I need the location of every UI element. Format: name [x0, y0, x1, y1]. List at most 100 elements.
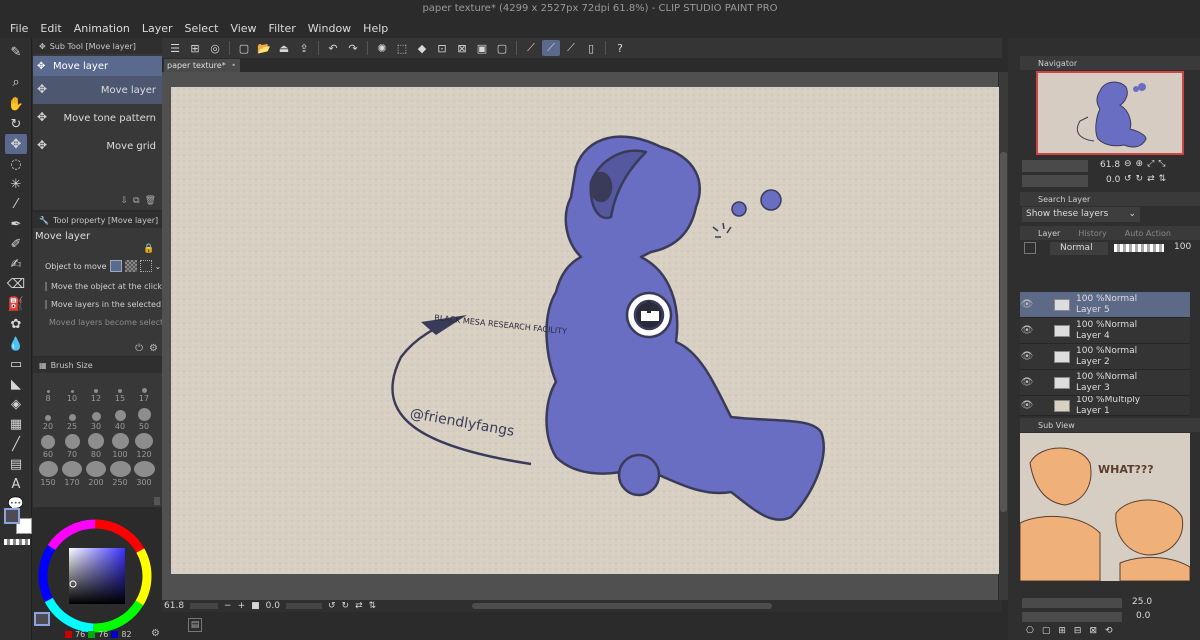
device-icon[interactable]: ▯	[582, 40, 600, 56]
menu-help[interactable]: Help	[357, 22, 394, 35]
brush-size-item[interactable]: 80	[85, 433, 107, 459]
navigator-zoom-buttons[interactable]: ⊖⊕⤢⤡	[1124, 159, 1169, 169]
menu-icon[interactable]: ☰	[166, 40, 184, 56]
airbrush-tool-icon[interactable]: ⛽	[5, 294, 27, 314]
clip-studio-icon[interactable]: ◎	[206, 40, 224, 56]
crop-icon[interactable]: ⊡	[433, 40, 451, 56]
sub-tool-item-move-layer[interactable]: ✥ Move layer	[33, 76, 162, 104]
object-grid-button[interactable]	[139, 260, 152, 272]
angle-slider[interactable]	[285, 603, 322, 609]
eyedropper-tool-icon[interactable]: ⁄	[5, 194, 27, 214]
layer-row[interactable]: 👁 100 %Normal Layer 2	[1020, 344, 1190, 370]
zoom-slider[interactable]	[190, 603, 219, 609]
layer-row[interactable]: 👁 100 %Multiply Layer 1	[1020, 396, 1190, 416]
lasso-tool-icon[interactable]: ◌	[5, 154, 27, 174]
brush-scrollbar[interactable]	[154, 497, 160, 505]
brush-size-item[interactable]: 100	[109, 433, 131, 459]
magic-wand-tool-icon[interactable]: ✳	[5, 174, 27, 194]
fill-icon[interactable]: ◆	[413, 40, 431, 56]
lock-icon[interactable]: 🔒	[143, 244, 154, 254]
brush-size-item[interactable]: 50	[133, 405, 155, 431]
pencil-tool-icon[interactable]: ✐	[5, 234, 27, 254]
zoom-out-icon[interactable]: −	[224, 601, 232, 611]
brush-size-item[interactable]: 300	[133, 461, 155, 487]
hand-tool-icon[interactable]: ✋	[5, 94, 27, 114]
delete-subtool-icon[interactable]: 🗑	[145, 196, 156, 206]
export-icon[interactable]: ⇪	[295, 40, 313, 56]
tab-close-icon[interactable]: •	[231, 59, 236, 72]
ruler-tool-icon[interactable]: ◣	[5, 374, 27, 394]
fill-tool-icon[interactable]: ◈	[5, 394, 27, 414]
gradient-tool-icon[interactable]: ▦	[5, 414, 27, 434]
zoom-tool-icon[interactable]: ⌕	[5, 72, 27, 92]
brush-size-item[interactable]: 40	[109, 405, 131, 431]
zoom-value[interactable]: 61.8	[164, 601, 184, 611]
brush-size-item[interactable]: 200	[85, 461, 107, 487]
brush-tool-icon[interactable]: ✍	[5, 254, 27, 274]
loading-icon[interactable]: ✺	[373, 40, 391, 56]
eye-icon[interactable]: 👁	[1020, 400, 1034, 411]
redo-icon[interactable]: ↷	[344, 40, 362, 56]
brush-size-item[interactable]: 15	[109, 377, 131, 403]
horizontal-scroll-thumb[interactable]	[472, 603, 773, 609]
checkbox[interactable]	[45, 299, 47, 309]
brush-size-item[interactable]: 8	[37, 377, 59, 403]
layer-color-box[interactable]	[1024, 242, 1036, 254]
clear-icon[interactable]: ⊠	[453, 40, 471, 56]
brush-size-item[interactable]: 20	[37, 405, 59, 431]
sub-tool-item-move-grid[interactable]: ✥ Move grid	[33, 132, 162, 160]
menu-edit[interactable]: Edit	[34, 22, 67, 35]
save-subtool-icon[interactable]: ⇩	[121, 196, 129, 206]
selection-icon[interactable]: ▢	[493, 40, 511, 56]
new-file-icon[interactable]: ▢	[235, 40, 253, 56]
flip-horizontal-icon[interactable]: ⇄	[355, 601, 363, 611]
brush-size-item[interactable]: 25	[61, 405, 83, 431]
eye-icon[interactable]: 👁	[1020, 299, 1034, 310]
zoom-in-icon[interactable]: +	[238, 601, 246, 611]
move-layer-tool-icon[interactable]: ✥	[5, 134, 27, 154]
blend-mode-dropdown[interactable]: Normal	[1050, 242, 1108, 255]
layer-row[interactable]: 👁 100 %Normal Layer 5	[1020, 292, 1190, 318]
vertical-scroll-thumb[interactable]	[1000, 152, 1007, 512]
undo-icon[interactable]: ↶	[324, 40, 342, 56]
option-move-clicked[interactable]: Move the object at the clicked	[33, 277, 162, 295]
navigator-angle-value[interactable]: 0.0	[1106, 175, 1120, 185]
color-settings-icon[interactable]: ⚙	[151, 628, 160, 639]
navigator-zoom-value[interactable]: 61.8	[1100, 160, 1120, 170]
pen-tool-icon[interactable]: ✎	[5, 42, 27, 62]
flip-vertical-icon[interactable]: ⇅	[369, 601, 377, 611]
timeline-toggle-icon[interactable]: ▤	[188, 618, 202, 632]
opacity-value[interactable]: 100	[1174, 242, 1191, 252]
sub-tool-group[interactable]: ✥ Move layer	[33, 56, 162, 76]
layer-row[interactable]: 👁 100 %Normal Layer 4	[1020, 318, 1190, 344]
option-moved-layers-selected[interactable]: Moved layers become selected	[33, 313, 162, 331]
brush-size-item[interactable]: 170	[61, 461, 83, 487]
brush-size-item[interactable]: 30	[85, 405, 107, 431]
navigator-zoom-slider[interactable]	[1022, 160, 1088, 172]
brush-size-item[interactable]: 150	[37, 461, 59, 487]
menu-file[interactable]: File	[4, 22, 34, 35]
sub-view-image[interactable]: WHAT???	[1020, 433, 1190, 581]
object-tone-button[interactable]	[124, 260, 137, 272]
brush-size-item[interactable]: 60	[37, 433, 59, 459]
open-file-icon[interactable]: 📂	[255, 40, 273, 56]
navigator-thumbnail[interactable]	[1036, 71, 1184, 155]
opacity-slider[interactable]	[1114, 244, 1164, 252]
brush-size-item[interactable]: 10	[61, 377, 83, 403]
option-move-selected-area[interactable]: Move layers in the selected are	[33, 295, 162, 313]
rotate-left-icon[interactable]: ↺	[328, 601, 336, 611]
pen-nib-tool-icon[interactable]: ✒	[5, 214, 27, 234]
settings-icon[interactable]: ⚙	[149, 343, 158, 354]
rotate-right-icon[interactable]: ↻	[342, 601, 350, 611]
document-tab[interactable]: paper texture* •	[164, 59, 240, 72]
navigator-rotate-buttons[interactable]: ↺↻⇄⇅	[1124, 174, 1170, 184]
snap-ruler-icon[interactable]: ⟋	[522, 40, 540, 56]
text-tool-icon[interactable]: A	[5, 474, 27, 494]
canvas-paper[interactable]: BLACK MESA RESEARCH FACILITY @friendlyfa…	[171, 87, 999, 574]
object-layer-button[interactable]	[109, 260, 122, 272]
menu-window[interactable]: Window	[302, 22, 357, 35]
eye-icon[interactable]: 👁	[1020, 377, 1034, 388]
decoration-tool-icon[interactable]: ✿	[5, 314, 27, 334]
rotate-tool-icon[interactable]: ↻	[5, 114, 27, 134]
brush-size-item[interactable]: 17	[133, 377, 155, 403]
